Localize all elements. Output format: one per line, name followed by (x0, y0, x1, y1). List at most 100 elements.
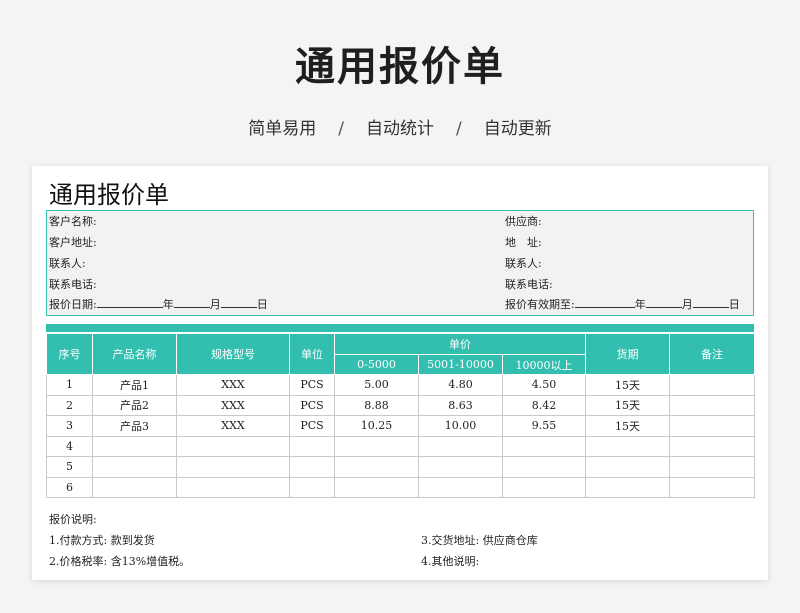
cell-seq[interactable]: 2 (46, 394, 93, 416)
cell-remark[interactable] (669, 394, 756, 416)
quote-table: 序号 产品名称 规格型号 单位 单价 货期 备注 0-5000 5001-100… (46, 333, 756, 498)
cell-spec[interactable]: XXX (176, 394, 290, 416)
month-label: 月 (681, 298, 693, 311)
cell-price-tier-1[interactable]: 10.25 (334, 415, 419, 437)
supplier-contact-field[interactable]: 联系人: (505, 253, 542, 274)
header-tier-2: 5001-10000 (418, 354, 503, 375)
note-tax-rate: 2.价格税率: 含13%增值税。 (49, 555, 191, 568)
cell-product-name[interactable]: 产品3 (92, 415, 177, 437)
cell-remark[interactable] (669, 476, 756, 498)
header-delivery: 货期 (585, 333, 671, 375)
cell-unit[interactable]: PCS (289, 415, 335, 437)
cell-delivery[interactable] (585, 476, 671, 498)
cell-price-tier-1[interactable]: 5.00 (334, 374, 419, 396)
cell-product-name[interactable] (92, 435, 177, 457)
cell-spec[interactable]: XXX (176, 374, 290, 396)
cell-price-tier-2[interactable]: 10.00 (418, 415, 503, 437)
feature-tags: 简单易用 / 自动统计 / 自动更新 (0, 114, 800, 139)
day-label: 日 (256, 298, 268, 311)
table-row: 4 (46, 435, 756, 457)
cell-price-tier-1[interactable]: 8.88 (334, 394, 419, 416)
note-payment: 1.付款方式: 款到发货 (49, 534, 155, 547)
customer-name-field[interactable]: 客户名称: (49, 211, 97, 232)
cell-price-tier-3[interactable]: 4.50 (501, 374, 587, 396)
cell-seq[interactable]: 4 (46, 435, 93, 457)
cell-delivery[interactable]: 15天 (585, 394, 671, 416)
cell-price-tier-1[interactable] (334, 456, 419, 478)
page-title: 通用报价单 (295, 44, 505, 90)
header-unit: 单位 (289, 333, 335, 375)
cell-price-tier-3[interactable] (501, 435, 587, 457)
month-blank[interactable] (645, 295, 682, 308)
cell-product-name[interactable]: 产品2 (92, 394, 177, 416)
cell-price-tier-1[interactable] (334, 435, 419, 457)
year-label: 年 (162, 298, 174, 311)
day-blank[interactable] (692, 295, 729, 308)
cell-remark[interactable] (669, 374, 756, 396)
tag-separator: / (456, 119, 462, 139)
cell-price-tier-3[interactable]: 9.55 (501, 415, 587, 437)
cell-unit[interactable] (289, 435, 335, 457)
cell-delivery[interactable]: 15天 (585, 374, 671, 396)
quote-date-field[interactable]: 报价日期: 年 月 日 (49, 294, 268, 315)
cell-product-name[interactable]: 产品1 (92, 374, 177, 396)
cell-seq[interactable]: 5 (46, 456, 93, 478)
cell-seq[interactable]: 1 (46, 374, 93, 396)
cell-spec[interactable] (176, 435, 290, 457)
cell-spec[interactable] (176, 476, 290, 498)
note-delivery-address: 3.交货地址: 供应商仓库 (421, 534, 538, 547)
cell-price-tier-2[interactable]: 8.63 (418, 394, 503, 416)
month-label: 月 (209, 298, 221, 311)
cell-unit[interactable]: PCS (289, 394, 335, 416)
cell-price-tier-3[interactable] (501, 456, 587, 478)
tag-separator: / (338, 119, 344, 139)
cell-price-tier-3[interactable]: 8.42 (501, 394, 587, 416)
cell-product-name[interactable] (92, 476, 177, 498)
cell-price-tier-2[interactable] (418, 476, 503, 498)
cell-product-name[interactable] (92, 456, 177, 478)
header-seq: 序号 (46, 333, 93, 375)
month-blank[interactable] (173, 295, 210, 308)
cell-price-tier-2[interactable]: 4.80 (418, 374, 503, 396)
note-other: 4.其他说明: (421, 555, 480, 568)
year-blank[interactable] (574, 295, 635, 308)
table-row: 2 产品2 XXX PCS 8.88 8.63 8.42 15天 (46, 394, 756, 416)
cell-delivery[interactable]: 15天 (585, 415, 671, 437)
day-blank[interactable] (220, 295, 257, 308)
supplier-phone-field[interactable]: 联系电话: (505, 274, 553, 295)
header-tier-3: 10000以上 (501, 354, 587, 375)
cell-spec[interactable]: XXX (176, 415, 290, 437)
cell-remark[interactable] (669, 415, 756, 437)
cell-price-tier-1[interactable] (334, 476, 419, 498)
header-remark: 备注 (669, 333, 756, 375)
customer-address-field[interactable]: 客户地址: (49, 232, 97, 253)
cell-unit[interactable] (289, 456, 335, 478)
cell-seq[interactable]: 6 (46, 476, 93, 498)
customer-contact-field[interactable]: 联系人: (49, 253, 86, 274)
cell-remark[interactable] (669, 435, 756, 457)
valid-until-label: 报价有效期至: (505, 298, 575, 311)
cell-seq[interactable]: 3 (46, 415, 93, 437)
cell-delivery[interactable] (585, 456, 671, 478)
header-product-name: 产品名称 (92, 333, 177, 375)
table-accent-bar (46, 324, 754, 332)
cell-remark[interactable] (669, 456, 756, 478)
year-blank[interactable] (96, 295, 163, 308)
supplier-field[interactable]: 供应商: (505, 211, 542, 232)
tag-auto-update: 自动更新 (483, 119, 552, 139)
table-body: 1 产品1 XXX PCS 5.00 4.80 4.50 15天 2 产品2 XXX PCS 8.88 8… (46, 374, 756, 498)
supplier-address-field[interactable]: 地 址: (505, 232, 542, 253)
cell-price-tier-2[interactable] (418, 456, 503, 478)
cell-delivery[interactable] (585, 435, 671, 457)
day-label: 日 (728, 298, 740, 311)
cell-spec[interactable] (176, 456, 290, 478)
cell-price-tier-3[interactable] (501, 476, 587, 498)
cell-unit[interactable] (289, 476, 335, 498)
cell-unit[interactable]: PCS (289, 374, 335, 396)
tag-auto-stats: 自动统计 (366, 119, 434, 139)
cell-price-tier-2[interactable] (418, 435, 503, 457)
valid-until-field[interactable]: 报价有效期至: 年 月 日 (505, 294, 740, 315)
quote-sheet: 通用报价单 客户名称: 客户地址: 联系人: 联系电话: 报价日期: 年 月 日 供应… (32, 166, 768, 580)
customer-phone-field[interactable]: 联系电话: (49, 274, 97, 295)
table-row: 5 (46, 456, 756, 478)
